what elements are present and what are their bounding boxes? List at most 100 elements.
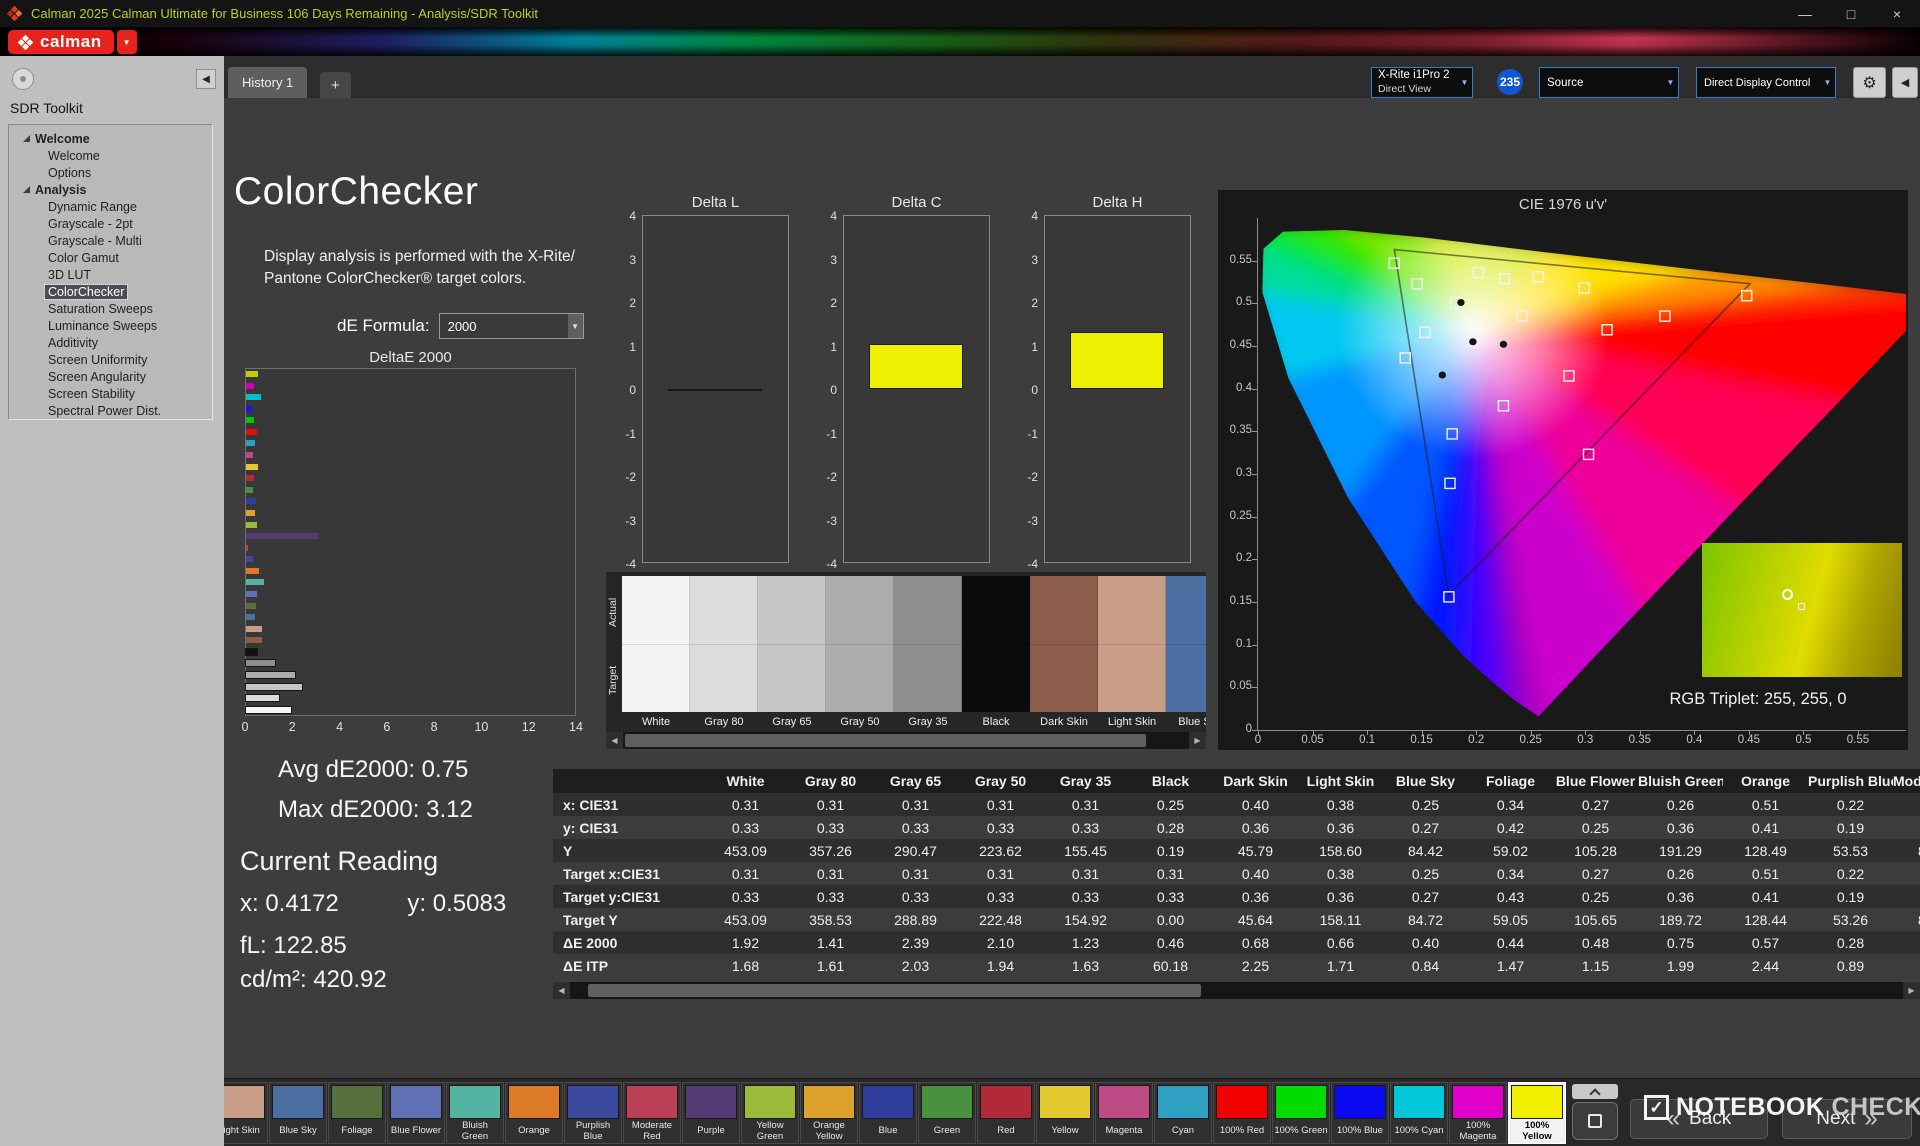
strip-swatch-gray-65[interactable]: Gray 65	[758, 576, 826, 732]
patch-color	[744, 1085, 796, 1119]
patch-label: Blue Flower	[390, 1125, 442, 1137]
sidebar-item-spectral-power-dist[interactable]: Spectral Power Dist.	[9, 402, 212, 419]
patch-button-green[interactable]: Green	[918, 1082, 976, 1144]
deltae-bar-yellow	[246, 463, 258, 470]
stop-button[interactable]	[1572, 1102, 1618, 1140]
strip-swatch-light-skin[interactable]: Light Skin	[1098, 576, 1166, 732]
sidebar-info-button[interactable]	[12, 68, 34, 90]
scrollbar-track[interactable]	[570, 982, 1903, 999]
deltae-bar-dark-skin	[246, 637, 262, 644]
tick-mark	[1252, 431, 1257, 433]
calman-logo-pill[interactable]: calman	[8, 30, 114, 54]
patch-button-100-cyan[interactable]: 100% Cyan	[1390, 1082, 1448, 1144]
meter-select[interactable]: X-Rite i1Pro 2 Direct View ▼	[1371, 67, 1473, 98]
patch-button-100-red[interactable]: 100% Red	[1213, 1082, 1271, 1144]
patch-button-blue-sky[interactable]: Blue Sky	[269, 1082, 327, 1144]
meter-count-badge[interactable]: 235	[1497, 69, 1523, 95]
patch-button-orange[interactable]: Orange	[505, 1082, 563, 1144]
sidebar-collapse-button[interactable]: ◀	[196, 69, 216, 89]
patch-button-purple[interactable]: Purple	[682, 1082, 740, 1144]
sidebar-item-dynamic-range[interactable]: Dynamic Range	[9, 198, 212, 215]
tab-history-1[interactable]: History 1	[228, 67, 308, 98]
deltae-bar-white	[246, 706, 292, 713]
sidebar-item-options[interactable]: Options	[9, 164, 212, 181]
axis-tick-label: 0.25	[1229, 509, 1252, 522]
patch-button-100-magenta[interactable]: 100% Magenta	[1449, 1082, 1507, 1144]
patch-button-100-green[interactable]: 100% Green	[1272, 1082, 1330, 1144]
sidebar-item-screen-uniformity[interactable]: Screen Uniformity	[9, 351, 212, 368]
scroll-left-button[interactable]: ◀	[553, 982, 570, 999]
axis-tick-label: 0.15	[1229, 594, 1252, 607]
sidebar-item-luminance-sweeps[interactable]: Luminance Sweeps	[9, 317, 212, 334]
scrollbar-track[interactable]	[623, 732, 1189, 749]
table-row: Target x:CIE31 0.31 0.31 0.31 0.31 0.31 0.31 0.…	[553, 862, 1920, 885]
patch-button-foliage[interactable]: Foliage	[328, 1082, 386, 1144]
sidebar-item-colorchecker[interactable]: ColorChecker	[9, 283, 212, 300]
strip-swatch-white[interactable]: White	[622, 576, 690, 732]
patch-button-cyan[interactable]: Cyan	[1154, 1082, 1212, 1144]
swatch-label: Blue Sky	[1178, 716, 1206, 728]
table-cell: 59.02	[1492, 842, 1529, 859]
patch-button-100-yellow[interactable]: 100% Yellow	[1508, 1082, 1566, 1144]
sidebar-item-saturation-sweeps[interactable]: Saturation Sweeps	[9, 300, 212, 317]
settings-button[interactable]: ⚙	[1853, 67, 1886, 98]
patch-button-purplish-blue[interactable]: Purplish Blue	[564, 1082, 622, 1144]
collapse-panel-button[interactable]: ◀	[1892, 67, 1918, 98]
minimize-button[interactable]: —	[1782, 0, 1828, 27]
strip-swatch-black[interactable]: Black	[962, 576, 1030, 732]
scrollbar-thumb[interactable]	[588, 984, 1202, 997]
strip-swatch-gray-50[interactable]: Gray 50	[826, 576, 894, 732]
scroll-right-button[interactable]: ▶	[1903, 982, 1920, 999]
table-cell: 84.62	[1893, 912, 1920, 928]
stop-icon	[1588, 1114, 1602, 1128]
logo-menu-button[interactable]: ▼	[116, 30, 137, 54]
patch-button-moderate-red[interactable]: Moderate Red	[623, 1082, 681, 1144]
add-tab-button[interactable]: +	[320, 72, 351, 98]
table-column-header: Orange	[1740, 773, 1790, 789]
patch-button-light-skin[interactable]: Light Skin	[224, 1082, 268, 1144]
patch-button-yellow-green[interactable]: Yellow Green	[741, 1082, 799, 1144]
strip-swatch-blue-sky[interactable]: Blue Sky	[1166, 576, 1206, 732]
sidebar-item-welcome[interactable]: Welcome	[9, 147, 212, 164]
patch-button-red[interactable]: Red	[977, 1082, 1035, 1144]
patch-button-blue[interactable]: Blue	[859, 1082, 917, 1144]
patch-button-orange-yellow[interactable]: Orange Yellow	[800, 1082, 858, 1144]
table-scrollbar[interactable]: ◀ ▶	[553, 982, 1920, 999]
display-control-select[interactable]: Direct Display Control ▼	[1696, 67, 1836, 98]
patch-button-magenta[interactable]: Magenta	[1095, 1082, 1153, 1144]
scroll-right-button[interactable]: ▶	[1189, 732, 1206, 749]
sidebar-item-screen-stability[interactable]: Screen Stability	[9, 385, 212, 402]
sidebar-item-grayscale-multi[interactable]: Grayscale - Multi	[9, 232, 212, 249]
table-cell: 1.41	[816, 934, 845, 951]
strip-swatch-dark-skin[interactable]: Dark Skin	[1030, 576, 1098, 732]
tree-group-welcome[interactable]: Welcome	[9, 130, 212, 147]
de-formula-select[interactable]: 2000 ▼	[438, 313, 584, 339]
sidebar-item-additivity[interactable]: Additivity	[9, 334, 212, 351]
deltae-bar-gray-35	[246, 660, 275, 667]
deltae-bar-bluish-green	[246, 579, 264, 586]
scroll-left-button[interactable]: ◀	[606, 732, 623, 749]
axis-tick-label: 4	[1031, 209, 1038, 223]
strip-swatch-gray-80[interactable]: Gray 80	[690, 576, 758, 732]
table-column-header: Light Skin	[1306, 773, 1375, 789]
patch-button-yellow[interactable]: Yellow	[1036, 1082, 1094, 1144]
axis-tick-label: 3	[1031, 252, 1038, 267]
deltae-bar-100-red	[246, 428, 257, 435]
sidebar-item-screen-angularity[interactable]: Screen Angularity	[9, 368, 212, 385]
tree-group-analysis[interactable]: Analysis	[9, 181, 212, 198]
sidebar-item-grayscale-2pt[interactable]: Grayscale - 2pt	[9, 215, 212, 232]
source-select[interactable]: Source ▼	[1539, 67, 1679, 98]
expand-patches-button[interactable]	[1572, 1084, 1618, 1100]
calman-logo[interactable]: calman ▼	[8, 30, 137, 54]
sidebar-item-3d-lut[interactable]: 3D LUT	[9, 266, 212, 283]
patch-button-bluish-green[interactable]: Bluish Green	[446, 1082, 504, 1144]
close-button[interactable]: ×	[1874, 0, 1920, 27]
maximize-button[interactable]: □	[1828, 0, 1874, 27]
patch-button-blue-flower[interactable]: Blue Flower	[387, 1082, 445, 1144]
strip-swatch-gray-35[interactable]: Gray 35	[894, 576, 962, 732]
sidebar-item-color-gamut[interactable]: Color Gamut	[9, 249, 212, 266]
patch-label: Foliage	[341, 1125, 373, 1137]
scrollbar-thumb[interactable]	[625, 734, 1146, 747]
patch-button-100-blue[interactable]: 100% Blue	[1331, 1082, 1389, 1144]
swatch-strip-scrollbar[interactable]: ◀ ▶	[606, 732, 1206, 749]
